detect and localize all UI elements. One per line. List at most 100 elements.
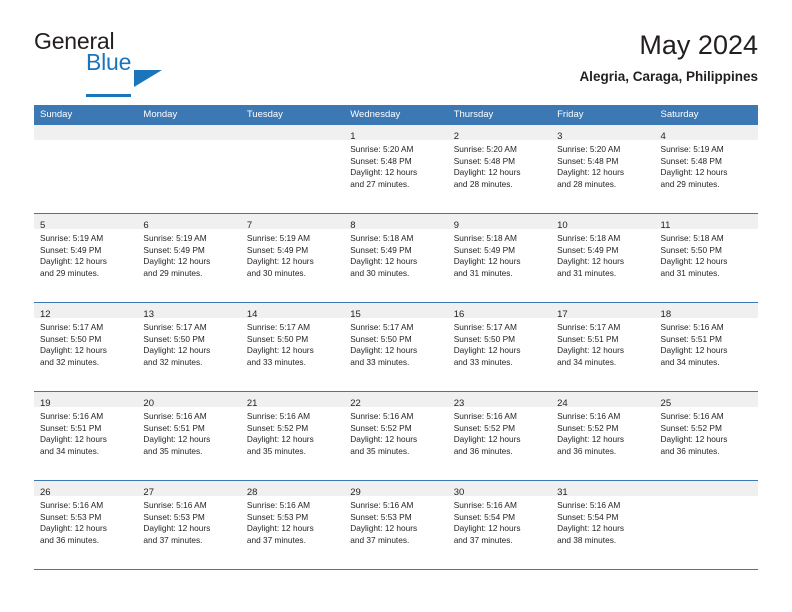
day-number-band xyxy=(137,125,241,140)
day-number-band xyxy=(240,125,345,140)
day-number: 15 xyxy=(350,309,361,320)
day-number-band: 20 xyxy=(137,392,241,409)
day-cell-empty xyxy=(654,481,758,569)
sunset-text: Sunset: 5:50 PM xyxy=(143,333,205,344)
sunrise-text: Sunrise: 5:16 AM xyxy=(557,411,621,421)
daylight-text-line2: and 36 minutes. xyxy=(660,445,720,456)
daylight-text-line2: and 34 minutes. xyxy=(40,445,100,456)
daylight-text-line1: Daylight: 12 hours xyxy=(246,523,314,534)
calendar-grid: Sunday Monday Tuesday Wednesday Thursday… xyxy=(34,105,758,570)
sunset-text: Sunset: 5:52 PM xyxy=(557,422,619,433)
daylight-text-line2: and 37 minutes. xyxy=(350,534,410,545)
daylight-text-line1: Daylight: 12 hours xyxy=(557,345,624,356)
daylight-text-line1: Daylight: 12 hours xyxy=(143,523,211,534)
sunset-text: Sunset: 5:51 PM xyxy=(660,333,722,344)
day-number-band: 19 xyxy=(34,392,138,409)
day-cell[interactable]: 31 Sunrise: 5:16 AM Sunset: 5:54 PM Dayligh… xyxy=(551,481,655,569)
day-cell[interactable]: 30 Sunrise: 5:16 AM Sunset: 5:54 PM Dayligh… xyxy=(447,481,552,569)
daylight-text-line1: Daylight: 12 hours xyxy=(453,345,521,356)
day-cell[interactable]: 25 Sunrise: 5:16 AM Sunset: 5:52 PM Dayligh… xyxy=(654,392,758,480)
weekday-header-sunday: Sunday xyxy=(40,109,73,120)
weekday-header-thursday: Thursday xyxy=(453,109,494,120)
day-cell[interactable]: 8 Sunrise: 5:18 AM Sunset: 5:49 PM Daylight… xyxy=(344,214,448,302)
daylight-text-line2: and 35 minutes. xyxy=(246,445,306,456)
day-number: 1 xyxy=(350,131,356,142)
daylight-text-line1: Daylight: 12 hours xyxy=(350,345,418,356)
day-details: Sunrise: 5:17 AM Sunset: 5:50 PM Daylight:… xyxy=(137,318,240,368)
sunset-text: Sunset: 5:51 PM xyxy=(143,422,205,433)
daylight-text-line1: Daylight: 12 hours xyxy=(350,167,418,178)
day-number: 16 xyxy=(453,309,465,320)
day-cell[interactable]: 7 Sunrise: 5:19 AM Sunset: 5:49 PM Daylight… xyxy=(240,214,345,302)
day-cell[interactable]: 9 Sunrise: 5:18 AM Sunset: 5:49 PM Daylight… xyxy=(447,214,552,302)
day-number: 18 xyxy=(660,309,672,320)
sunrise-text: Sunrise: 5:17 AM xyxy=(557,322,621,332)
brand-logo[interactable]: General Blue xyxy=(34,28,254,97)
day-cell[interactable]: 13 Sunrise: 5:17 AM Sunset: 5:50 PM Dayligh… xyxy=(137,303,241,391)
week-row: 19 Sunrise: 5:16 AM Sunset: 5:51 PM Dayligh… xyxy=(34,392,758,481)
day-cell[interactable]: 4 Sunrise: 5:19 AM Sunset: 5:48 PM Daylight… xyxy=(654,125,758,213)
day-cell[interactable]: 14 Sunrise: 5:17 AM Sunset: 5:50 PM Dayligh… xyxy=(240,303,345,391)
day-cell[interactable]: 22 Sunrise: 5:16 AM Sunset: 5:52 PM Dayligh… xyxy=(344,392,448,480)
daylight-text-line1: Daylight: 12 hours xyxy=(40,523,107,534)
daylight-text-line1: Daylight: 12 hours xyxy=(453,434,521,445)
day-cell-empty xyxy=(34,125,138,213)
day-number: 26 xyxy=(40,487,51,498)
day-number-band: 18 xyxy=(654,303,758,320)
day-details: Sunrise: 5:18 AM Sunset: 5:49 PM Daylight:… xyxy=(448,229,551,279)
day-number: 13 xyxy=(143,309,154,320)
day-cell[interactable]: 29 Sunrise: 5:16 AM Sunset: 5:53 PM Dayligh… xyxy=(344,481,448,569)
day-cell[interactable]: 24 Sunrise: 5:16 AM Sunset: 5:52 PM Dayligh… xyxy=(551,392,655,480)
sunrise-text: Sunrise: 5:17 AM xyxy=(246,322,311,332)
daylight-text-line2: and 38 minutes. xyxy=(557,534,617,545)
day-details: Sunrise: 5:19 AM Sunset: 5:49 PM Daylight:… xyxy=(34,229,137,279)
daylight-text-line1: Daylight: 12 hours xyxy=(246,345,314,356)
day-number: 17 xyxy=(557,309,568,320)
day-details: Sunrise: 5:16 AM Sunset: 5:54 PM Daylight:… xyxy=(551,496,654,546)
day-number-band: 3 xyxy=(551,125,655,142)
day-cell[interactable]: 19 Sunrise: 5:16 AM Sunset: 5:51 PM Dayligh… xyxy=(34,392,138,480)
day-cell[interactable]: 16 Sunrise: 5:17 AM Sunset: 5:50 PM Dayligh… xyxy=(447,303,552,391)
day-cell[interactable]: 27 Sunrise: 5:16 AM Sunset: 5:53 PM Dayligh… xyxy=(137,481,241,569)
week-row: 12 Sunrise: 5:17 AM Sunset: 5:50 PM Dayligh… xyxy=(34,303,758,392)
day-number-band: 4 xyxy=(654,125,758,142)
day-cell[interactable]: 1 Sunrise: 5:20 AM Sunset: 5:48 PM Daylight… xyxy=(344,125,448,213)
day-cell[interactable]: 23 Sunrise: 5:16 AM Sunset: 5:52 PM Dayligh… xyxy=(447,392,552,480)
sunrise-text: Sunrise: 5:20 AM xyxy=(350,144,414,154)
day-details: Sunrise: 5:17 AM Sunset: 5:50 PM Daylight:… xyxy=(241,318,344,368)
day-cell[interactable]: 3 Sunrise: 5:20 AM Sunset: 5:48 PM Daylight… xyxy=(551,125,655,213)
day-number-band: 31 xyxy=(551,481,655,498)
day-details: Sunrise: 5:18 AM Sunset: 5:49 PM Daylight:… xyxy=(344,229,447,279)
daylight-text-line2: and 37 minutes. xyxy=(453,534,513,545)
day-details: Sunrise: 5:16 AM Sunset: 5:53 PM Daylight:… xyxy=(34,496,137,546)
day-cell[interactable]: 6 Sunrise: 5:19 AM Sunset: 5:49 PM Daylight… xyxy=(137,214,241,302)
sunset-text: Sunset: 5:49 PM xyxy=(40,244,102,255)
sunset-text: Sunset: 5:49 PM xyxy=(557,244,619,255)
day-cell[interactable]: 12 Sunrise: 5:17 AM Sunset: 5:50 PM Dayligh… xyxy=(34,303,138,391)
day-cell[interactable]: 21 Sunrise: 5:16 AM Sunset: 5:52 PM Dayligh… xyxy=(240,392,345,480)
sunrise-text: Sunrise: 5:16 AM xyxy=(660,411,724,421)
day-cell-empty xyxy=(137,125,241,213)
day-number-band: 17 xyxy=(551,303,655,320)
day-cell[interactable]: 17 Sunrise: 5:17 AM Sunset: 5:51 PM Dayligh… xyxy=(551,303,655,391)
daylight-text-line2: and 28 minutes. xyxy=(557,178,617,189)
day-cell[interactable]: 28 Sunrise: 5:16 AM Sunset: 5:53 PM Dayligh… xyxy=(240,481,345,569)
day-cell[interactable]: 18 Sunrise: 5:16 AM Sunset: 5:51 PM Dayligh… xyxy=(654,303,758,391)
day-details: Sunrise: 5:19 AM Sunset: 5:49 PM Daylight:… xyxy=(241,229,344,279)
sunset-text: Sunset: 5:49 PM xyxy=(350,244,412,255)
day-cell[interactable]: 26 Sunrise: 5:16 AM Sunset: 5:53 PM Dayligh… xyxy=(34,481,138,569)
sunrise-text: Sunrise: 5:16 AM xyxy=(143,500,207,510)
day-cell[interactable]: 2 Sunrise: 5:20 AM Sunset: 5:48 PM Daylight… xyxy=(447,125,552,213)
day-cell[interactable]: 5 Sunrise: 5:19 AM Sunset: 5:49 PM Daylight… xyxy=(34,214,138,302)
day-number: 27 xyxy=(143,487,154,498)
sunrise-text: Sunrise: 5:17 AM xyxy=(350,322,414,332)
day-number: 29 xyxy=(350,487,361,498)
sunset-text: Sunset: 5:48 PM xyxy=(557,155,619,166)
day-cell[interactable]: 15 Sunrise: 5:17 AM Sunset: 5:50 PM Dayligh… xyxy=(344,303,448,391)
day-number: 2 xyxy=(453,131,459,142)
daylight-text-line1: Daylight: 12 hours xyxy=(350,523,418,534)
day-cell[interactable]: 11 Sunrise: 5:18 AM Sunset: 5:50 PM Dayligh… xyxy=(654,214,758,302)
day-cell[interactable]: 10 Sunrise: 5:18 AM Sunset: 5:49 PM Dayligh… xyxy=(551,214,655,302)
day-cell[interactable]: 20 Sunrise: 5:16 AM Sunset: 5:51 PM Dayligh… xyxy=(137,392,241,480)
day-number-band: 2 xyxy=(447,125,552,142)
